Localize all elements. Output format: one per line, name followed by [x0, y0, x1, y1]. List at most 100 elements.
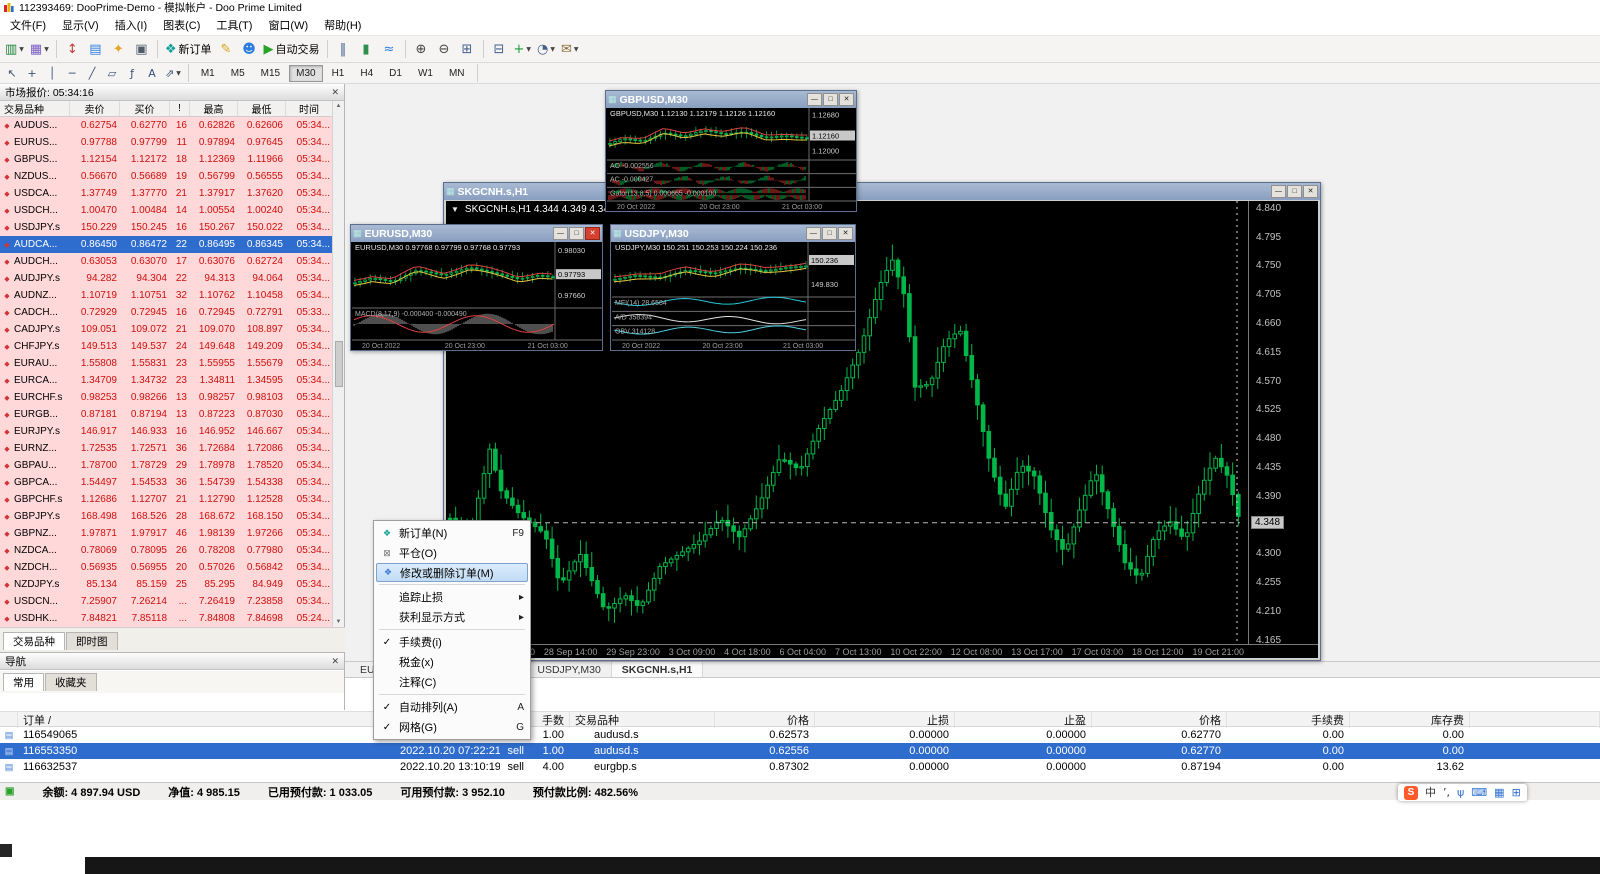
menu-item-追踪止损[interactable]: 追踪止损▸: [376, 587, 528, 607]
timeframe-m1[interactable]: M1: [194, 65, 222, 82]
vertical-line-tool-icon[interactable]: │: [42, 64, 62, 82]
close-button[interactable]: ✕: [585, 227, 600, 240]
minimize-button[interactable]: —: [806, 227, 821, 240]
chart-canvas[interactable]: GBPUSD,M30 1.12130 1.12179 1.12126 1.121…: [607, 108, 855, 210]
channel-tool-icon[interactable]: ▱: [102, 64, 122, 82]
column-header-4[interactable]: 手数: [530, 712, 570, 728]
menu-5[interactable]: 工具(T): [208, 14, 260, 36]
mini-chart[interactable]: USDJPY,M30 150.251 150.253 150.224 150.2…: [612, 242, 856, 351]
chart-window-eurusd[interactable]: ▦EURUSD,M30—□✕EURUSD,M30 0.97768 0.97799…: [350, 224, 603, 351]
navigator-tab-常用[interactable]: 常用: [3, 673, 44, 691]
column-header-4[interactable]: 最高: [190, 101, 238, 116]
menu-1[interactable]: 文件(F): [2, 14, 54, 36]
close-icon[interactable]: ✕: [331, 87, 339, 98]
ime-mode-chinese[interactable]: 中: [1425, 787, 1436, 798]
menu-item-网格(G)[interactable]: ✓网格(G)G: [376, 717, 528, 737]
menu-7[interactable]: 帮助(H): [316, 14, 369, 36]
auto-trading-button[interactable]: ▶自动交易: [261, 38, 323, 60]
market-watch-icon[interactable]: ↕: [61, 38, 84, 60]
menu-4[interactable]: 图表(C): [155, 14, 208, 36]
timeframe-h4[interactable]: H4: [353, 65, 380, 82]
market-watch-row[interactable]: ◆USDCN...7.259077.26214...7.264197.23858…: [0, 593, 333, 610]
market-watch-row[interactable]: ◆CADCH...0.729290.72945160.729450.727910…: [0, 304, 333, 321]
data-window-icon[interactable]: ▤: [84, 38, 107, 60]
market-watch-row[interactable]: ◆AUDNZ...1.107191.10751321.107621.104580…: [0, 287, 333, 304]
timeframe-m30[interactable]: M30: [289, 65, 322, 82]
chart-window-titlebar[interactable]: ▦EURUSD,M30—□✕: [351, 225, 602, 242]
column-header-8[interactable]: 止盈: [955, 712, 1092, 728]
column-header-1[interactable]: 订单 /: [18, 712, 395, 728]
market-watch-row[interactable]: ◆GBPCA...1.544971.54533361.547391.543380…: [0, 474, 333, 491]
market-watch-row[interactable]: ◆USDHK...7.848217.85118...7.848087.84698…: [0, 610, 333, 627]
market-watch-scrollbar[interactable]: ▲ ▼: [332, 101, 344, 627]
one-click-trading-icon[interactable]: ▼: [451, 205, 459, 214]
market-watch-row[interactable]: ◆AUDCH...0.630530.63070170.630760.627240…: [0, 253, 333, 270]
market-watch-row[interactable]: ◆EURJPY.s146.917146.93316146.952146.6670…: [0, 423, 333, 440]
market-watch-row[interactable]: ◆GBPCHF.s1.126861.12707211.127901.125280…: [0, 491, 333, 508]
chart-window-titlebar[interactable]: ▦ SKGCNH.s,H1 — □ ✕: [444, 183, 1320, 200]
indicators-icon[interactable]: +▼: [511, 38, 535, 60]
column-header-2[interactable]: 买价: [120, 101, 170, 116]
restore-button[interactable]: □: [569, 227, 584, 240]
new-order-button[interactable]: ❖新订单: [162, 38, 215, 60]
menu-item-平仓(O)[interactable]: ⊠平仓(O): [376, 543, 528, 563]
chart-canvas[interactable]: USDJPY,M30 150.251 150.253 150.224 150.2…: [612, 242, 854, 349]
sogou-logo[interactable]: S: [1404, 786, 1418, 800]
close-button[interactable]: ✕: [839, 93, 854, 106]
menu-item-注释(C)[interactable]: 注释(C): [376, 672, 528, 692]
chart-canvas[interactable]: EURUSD,M30 0.97768 0.97799 0.97768 0.977…: [352, 242, 601, 349]
restore-button[interactable]: □: [823, 93, 838, 106]
text-tool-icon[interactable]: A: [142, 64, 162, 82]
chart-window-titlebar[interactable]: ▦USDJPY,M30—□✕: [611, 225, 855, 242]
market-watch-row[interactable]: ◆AUDUS...0.627540.62770160.628260.626060…: [0, 117, 333, 134]
restore-button[interactable]: □: [822, 227, 837, 240]
market-watch-row[interactable]: ◆GBPNZ...1.978711.97917461.981391.972660…: [0, 525, 333, 542]
scroll-down-icon[interactable]: ▼: [336, 619, 342, 625]
community-icon[interactable]: ☻: [238, 38, 261, 60]
market-watch-row[interactable]: ◆CADJPY.s109.051109.07221109.070108.8970…: [0, 321, 333, 338]
chart-window-gbpusd[interactable]: ▦GBPUSD,M30—□✕GBPUSD,M30 1.12130 1.12179…: [605, 90, 857, 212]
market-watch-row[interactable]: ◆AUDJPY.s94.28294.3042294.31394.06405:34…: [0, 270, 333, 287]
market-watch-row[interactable]: ◆EURCA...1.347091.34732231.348111.345950…: [0, 372, 333, 389]
order-row-116549065[interactable]: ▤1165490652022.10.20 07:1...sell1.00audu…: [0, 727, 1600, 743]
line-chart-mode-icon[interactable]: ≈: [378, 38, 401, 60]
terminal-icon[interactable]: ▣: [130, 38, 153, 60]
new-chart-icon[interactable]: ▥▼: [2, 38, 27, 60]
menu-item-修改或删除订单(M)[interactable]: ❖修改或删除订单(M): [376, 563, 528, 582]
menu-item-自动排列(A)[interactable]: ✓自动排列(A)A: [376, 697, 528, 717]
menu-item-税金(x)[interactable]: 税金(x): [376, 652, 528, 672]
profiles-icon[interactable]: ▦▼: [27, 38, 52, 60]
market-watch-row[interactable]: ◆USDCA...1.377491.37770211.379171.376200…: [0, 185, 333, 202]
templates-icon[interactable]: ✉▼: [558, 38, 582, 60]
market-watch-row[interactable]: ◆GBPJPY.s168.498168.52628168.672168.1500…: [0, 508, 333, 525]
close-button[interactable]: ✕: [838, 227, 853, 240]
order-row-116553350[interactable]: ▤1165533502022.10.20 07:22:21sell1.00aud…: [0, 743, 1600, 759]
mini-chart[interactable]: GBPUSD,M30 1.12130 1.12179 1.12126 1.121…: [607, 108, 857, 212]
column-header-5[interactable]: 最低: [238, 101, 286, 116]
market-watch-titlebar[interactable]: 市场报价: 05:34:16 ✕: [0, 84, 344, 101]
menu-item-手续费(i)[interactable]: ✓手续费(i): [376, 632, 528, 652]
minimize-button[interactable]: —: [1271, 185, 1286, 198]
navigator-tab-收藏夹[interactable]: 收藏夹: [45, 673, 97, 691]
periods-icon[interactable]: ◔▼: [534, 38, 558, 60]
market-watch-row[interactable]: ◆USDCH...1.004701.00484141.005541.002400…: [0, 202, 333, 219]
chart-window-usdjpy[interactable]: ▦USDJPY,M30—□✕USDJPY,M30 150.251 150.253…: [610, 224, 856, 351]
chart-tab-USDJPY,M30[interactable]: USDJPY,M30: [527, 662, 611, 677]
close-button[interactable]: ✕: [1303, 185, 1318, 198]
market-watch-tab-交易品种[interactable]: 交易品种: [3, 632, 65, 650]
column-header-3[interactable]: !: [170, 101, 190, 116]
timeframe-d1[interactable]: D1: [382, 65, 409, 82]
navigator-icon[interactable]: ✦: [107, 38, 130, 60]
market-watch-row[interactable]: ◆AUDCA...0.864500.86472220.864950.863450…: [0, 236, 333, 253]
column-header-7[interactable]: 止损: [815, 712, 955, 728]
cascade-windows-icon[interactable]: ⊟: [488, 38, 511, 60]
market-watch-row[interactable]: ◆USDJPY.s150.229150.24516150.267150.0220…: [0, 219, 333, 236]
timeframe-m5[interactable]: M5: [224, 65, 252, 82]
column-header-11[interactable]: 库存费: [1350, 712, 1470, 728]
restore-button[interactable]: □: [1287, 185, 1302, 198]
market-watch-row[interactable]: ◆EURCHF.s0.982530.98266130.982570.981030…: [0, 389, 333, 406]
market-watch-row[interactable]: ◆NZDCA...0.780690.78095260.782080.779800…: [0, 542, 333, 559]
close-icon[interactable]: ✕: [331, 656, 339, 667]
candle-chart-mode-icon[interactable]: ▮: [355, 38, 378, 60]
minimize-button[interactable]: —: [553, 227, 568, 240]
